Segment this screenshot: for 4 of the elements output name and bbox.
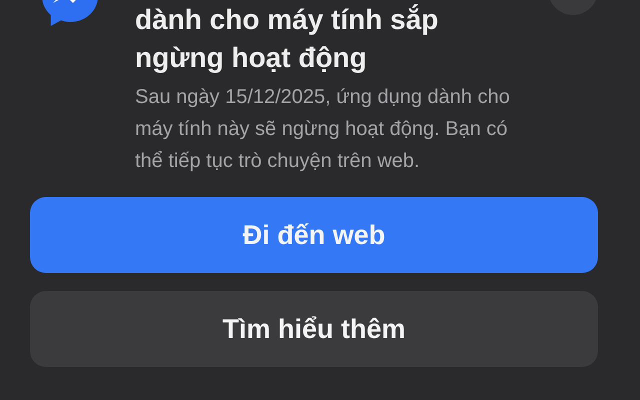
dialog-title: dành cho máy tính sắp ngừng hoạt động [135,3,440,75]
learn-more-button[interactable]: Tìm hiểu thêm [30,291,598,367]
go-to-web-button[interactable]: Đi đến web [30,197,598,273]
dialog-message: Sau ngày 15/12/2025, ứng dụng dành cho máy tính này sẽ ngừng hoạt động. Bạn có thể tiếp tục trò chuyện trên web. [135,85,510,174]
